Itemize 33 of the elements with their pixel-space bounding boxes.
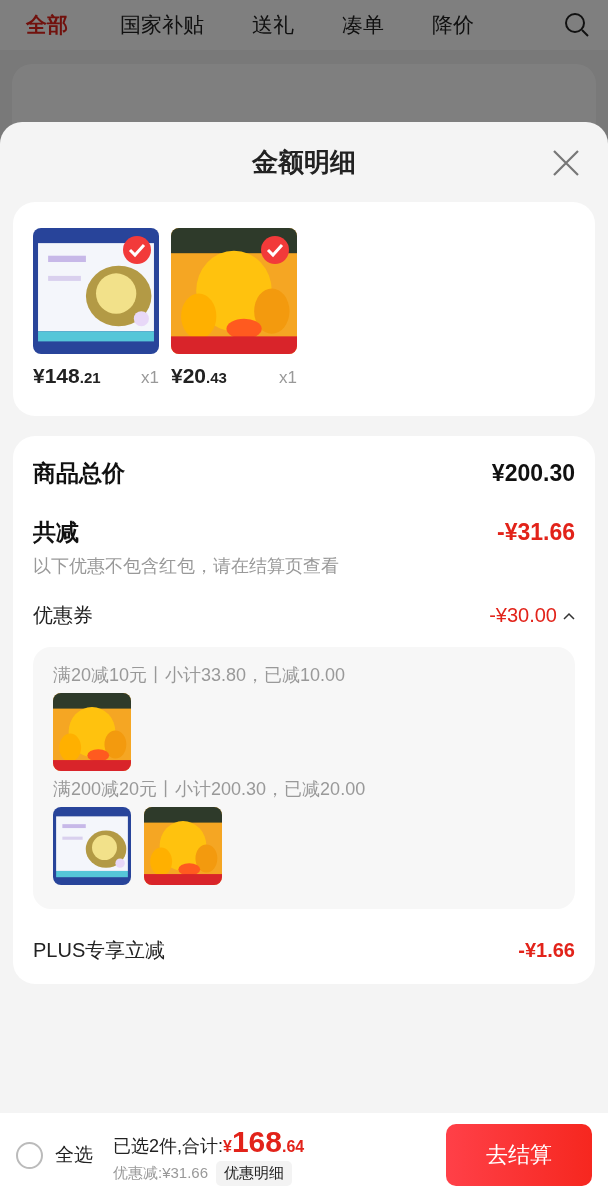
- summary-text: 已选2件,合计:: [113, 1134, 223, 1158]
- search-icon[interactable]: [564, 12, 590, 38]
- checkout-button[interactable]: 去结算: [446, 1124, 592, 1186]
- coupon-value: -¥30.00: [489, 604, 557, 627]
- coupon-label: 优惠券: [33, 603, 93, 628]
- reduction-value: -¥31.66: [497, 519, 575, 546]
- discount-text: 优惠减:¥31.66: [113, 1163, 209, 1183]
- category-tab[interactable]: 凑单: [342, 11, 384, 39]
- category-tab[interactable]: 国家补贴: [120, 11, 204, 39]
- plus-value: -¥1.66: [518, 939, 575, 962]
- check-icon[interactable]: [261, 236, 289, 264]
- coupon-rule: 满200减20元丨小计200.30，已减20.00: [53, 778, 367, 801]
- total-label: 商品总价: [33, 459, 125, 488]
- check-icon[interactable]: [123, 236, 151, 264]
- total-value: ¥200.30: [491, 460, 575, 487]
- close-button[interactable]: [551, 148, 581, 178]
- total-price: ¥168.64: [223, 1124, 305, 1159]
- plus-label: PLUS专享立减: [33, 938, 166, 963]
- quantity: x1: [279, 368, 297, 388]
- category-tab[interactable]: 全部: [26, 11, 68, 39]
- quantity: x1: [141, 368, 159, 388]
- sheet-title: 金额明细: [252, 145, 356, 179]
- product-price: ¥20.43: [171, 364, 227, 388]
- chevron-icon[interactable]: [563, 611, 575, 620]
- select-all-checkbox[interactable]: [16, 1141, 43, 1169]
- category-tab[interactable]: 降价: [432, 11, 474, 39]
- reduction-label: 共减: [33, 518, 79, 547]
- select-all-label[interactable]: 全选: [55, 1142, 93, 1168]
- coupon-rule: 满20减10元丨小计33.80，已减10.00: [53, 664, 347, 687]
- category-tab[interactable]: 送礼: [252, 11, 294, 39]
- details-button[interactable]: 优惠明细: [216, 1160, 293, 1186]
- product-price: ¥148.21: [33, 364, 101, 388]
- reduction-note: 以下优惠不包含红包，请在结算页查看: [33, 555, 340, 578]
